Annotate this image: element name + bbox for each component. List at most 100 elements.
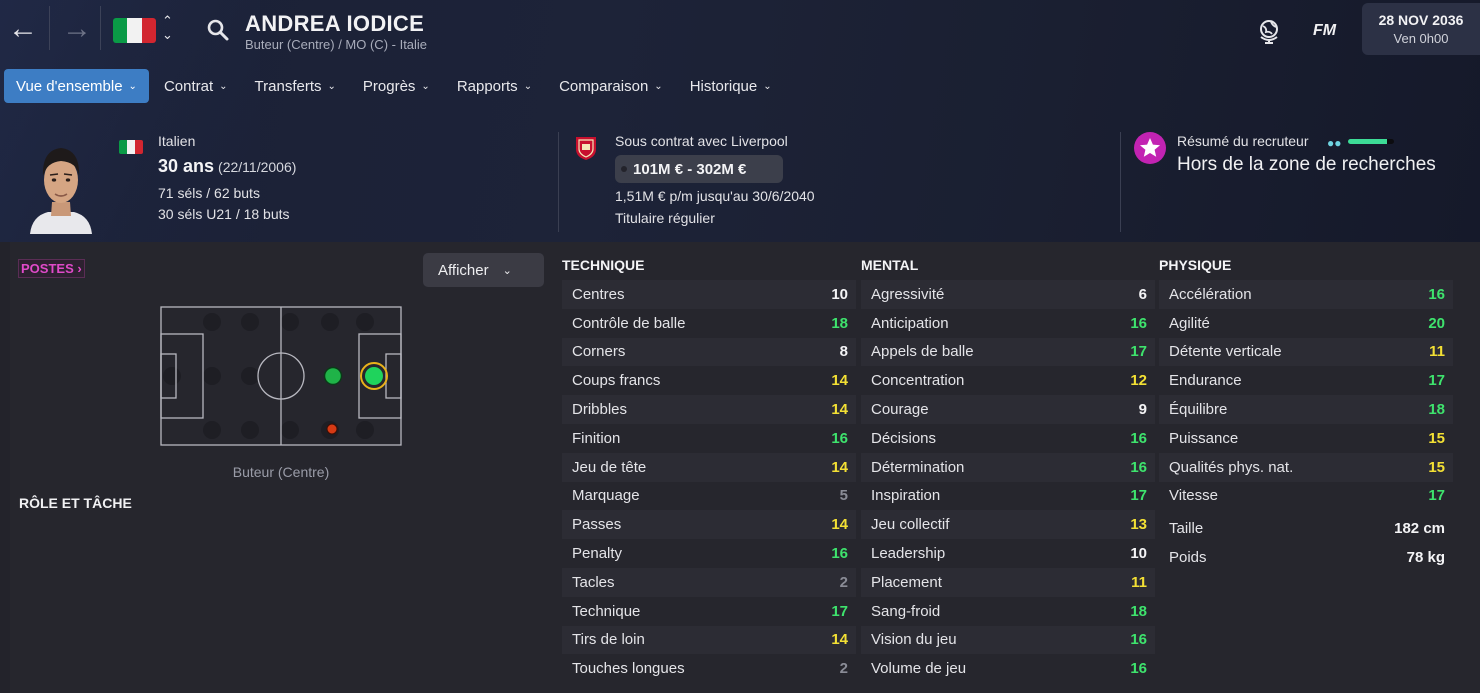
date-of-birth: (22/11/2006) [218,159,297,175]
globe-icon[interactable] [1256,18,1282,44]
show-dropdown-label: Afficher [438,261,489,279]
attribute-row[interactable]: Accélération 16 [1159,280,1453,309]
club-badge-icon[interactable] [574,135,598,161]
attribute-row[interactable]: Vision du jeu 16 [861,625,1155,655]
attribute-value: 16 [1130,429,1147,447]
attribute-row[interactable]: Appels de balle 17 [861,337,1155,367]
attribute-row[interactable]: Équilibre 18 [1159,395,1453,424]
transfer-value-tag[interactable]: 101M € - 302M € [615,155,783,183]
attribute-value: 17 [831,602,848,620]
attribute-row[interactable]: Endurance 17 [1159,366,1453,395]
attribute-value: 14 [831,372,848,390]
attribute-row[interactable]: Jeu collectif 13 [861,510,1155,540]
tag-hole-icon [621,166,627,172]
attribute-value: 16 [1130,660,1147,678]
tab-comparison[interactable]: Comparaison ⌄ [547,69,675,103]
nav-divider [100,6,101,50]
tab-history[interactable]: Historique ⌄ [678,69,784,103]
contract-club[interactable]: Sous contrat avec Liverpool [615,133,788,149]
attribute-row[interactable]: Courage 9 [861,395,1155,424]
chevron-down-icon: ⌄ [327,80,336,92]
attribute-value: 16 [1130,631,1147,649]
attribute-name: Détermination [871,458,965,476]
attribute-value: 13 [1130,516,1147,534]
positions-badge[interactable]: POSTES › [18,259,85,278]
tab-bar: Vue d'ensemble ⌄ Contrat ⌄ Transferts ⌄ Pro… [4,69,787,103]
u21-caps: 30 séls U21 / 18 buts [158,206,290,222]
attribute-name: Placement [871,573,942,591]
attribute-row[interactable]: Puissance 15 [1159,424,1453,453]
attribute-row[interactable]: Anticipation 16 [861,309,1155,338]
attribute-name: Accélération [1169,285,1252,303]
attribute-row[interactable]: Taille 182 cm [1159,514,1453,543]
attribute-value: 18 [1130,602,1147,620]
attribute-row[interactable]: Tirs de loin 14 [562,625,856,655]
attribute-row[interactable]: Poids 78 kg [1159,543,1453,572]
attribute-value: 20 [1428,314,1445,332]
attribute-name: Penalty [572,545,623,563]
attribute-name: Agilité [1169,314,1210,332]
mental-attributes: Agressivité 6 Anticipation 16 Appels de ball… [861,280,1155,683]
attribute-row[interactable]: Technique 17 [562,597,856,626]
attribute-name: Corners [572,343,626,361]
attribute-name: Dribbles [572,401,628,419]
tab-transfers[interactable]: Transferts ⌄ [243,69,348,103]
attribute-row[interactable]: Qualités phys. nat. 15 [1159,452,1453,482]
attribute-name: Centres [572,285,625,303]
attribute-row[interactable]: Vitesse 17 [1159,482,1453,511]
attribute-row[interactable]: Placement 11 [861,567,1155,597]
attribute-row[interactable]: Agressivité 6 [861,280,1155,309]
age-value: 30 ans [158,156,215,176]
tab-label: Transferts [254,77,322,95]
attribute-row[interactable]: Centres 10 [562,280,856,309]
attribute-row[interactable]: Passes 14 [562,510,856,540]
attribute-row[interactable]: Sang-froid 18 [861,597,1155,626]
attribute-value: 17 [1428,487,1445,505]
attribute-row[interactable]: Marquage 5 [562,482,856,511]
attribute-row[interactable]: Penalty 16 [562,539,856,568]
tab-label: Progrès [362,77,416,95]
attribute-row[interactable]: Tacles 2 [562,567,856,597]
attribute-name: Tacles [572,573,615,591]
attribute-name: Jeu collectif [871,516,950,534]
attribute-name: Contrôle de balle [572,314,686,332]
game-date-button[interactable]: 28 NOV 2036 Ven 0h00 [1362,3,1480,55]
attribute-value: 15 [1428,429,1445,447]
tab-contract[interactable]: Contrat ⌄ [152,69,240,103]
attribute-row[interactable]: Contrôle de balle 18 [562,309,856,338]
attribute-value: 11 [1131,573,1147,591]
attribute-value: 17 [1130,343,1147,361]
attribute-row[interactable]: Détermination 16 [861,452,1155,482]
scout-summary-value: Hors de la zone de recherches [1177,154,1436,175]
attribute-row[interactable]: Concentration 12 [861,366,1155,395]
attribute-row[interactable]: Leadership 10 [861,539,1155,568]
show-dropdown[interactable]: Afficher ⌄ [423,253,544,287]
attribute-name: Technique [572,602,641,620]
tab-reports[interactable]: Rapports ⌄ [445,69,544,103]
attribute-row[interactable]: Détente verticale 11 [1159,337,1453,367]
attribute-row[interactable]: Touches longues 2 [562,654,856,683]
attribute-value: 15 [1428,458,1445,476]
tab-progress[interactable]: Progrès ⌄ [351,69,442,103]
attribute-row[interactable]: Jeu de tête 14 [562,452,856,482]
attribute-row[interactable]: Coups francs 14 [562,366,856,395]
search-icon[interactable] [206,18,230,42]
attribute-row[interactable]: Dribbles 14 [562,395,856,424]
attribute-row[interactable]: Volume de jeu 16 [861,654,1155,683]
attribute-name: Tirs de loin [572,631,645,649]
attribute-row[interactable]: Décisions 16 [861,424,1155,453]
attribute-row[interactable]: Agilité 20 [1159,309,1453,338]
attribute-row[interactable]: Corners 8 [562,337,856,367]
fm-logo[interactable]: FM [1313,22,1336,40]
attribute-row[interactable]: Finition 16 [562,424,856,453]
forward-arrow-icon[interactable]: → [62,14,92,44]
tab-label: Historique [689,77,758,95]
player-switch-arrows[interactable]: ⌃ ⌄ [162,14,173,42]
attribute-name: Touches longues [572,660,685,678]
binoculars-icon: ●● [1327,136,1342,150]
back-arrow-icon[interactable]: ← [8,14,38,44]
attribute-row[interactable]: Inspiration 17 [861,482,1155,511]
chevron-down-icon: ⌄ [421,80,430,92]
attribute-value: 8 [839,343,848,361]
tab-overview[interactable]: Vue d'ensemble ⌄ [4,69,149,103]
